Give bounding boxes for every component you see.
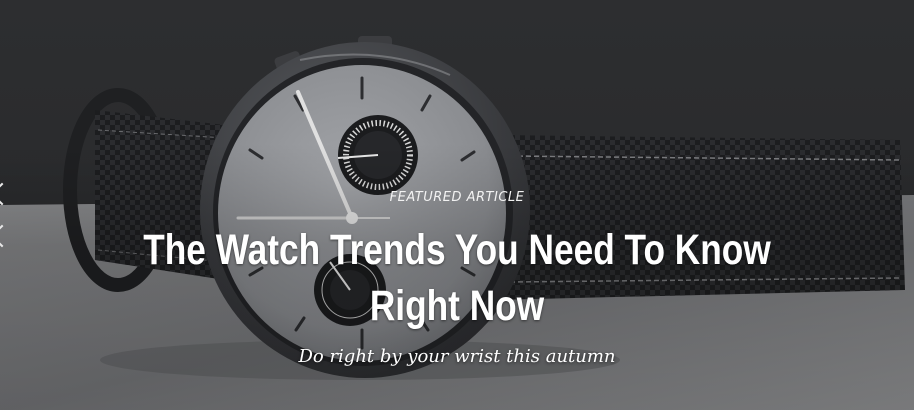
hero-caption: FEATURED ARTICLE The Watch Trends You Ne… [0,0,914,410]
featured-article-kicker: FEATURED ARTICLE [389,190,525,205]
article-subtitle: Do right by your wrist this autumn [298,346,616,367]
article-headline[interactable]: The Watch Trends You Need To Know Right … [129,222,785,334]
featured-article-hero[interactable]: FEATURED ARTICLE The Watch Trends You Ne… [0,0,914,410]
